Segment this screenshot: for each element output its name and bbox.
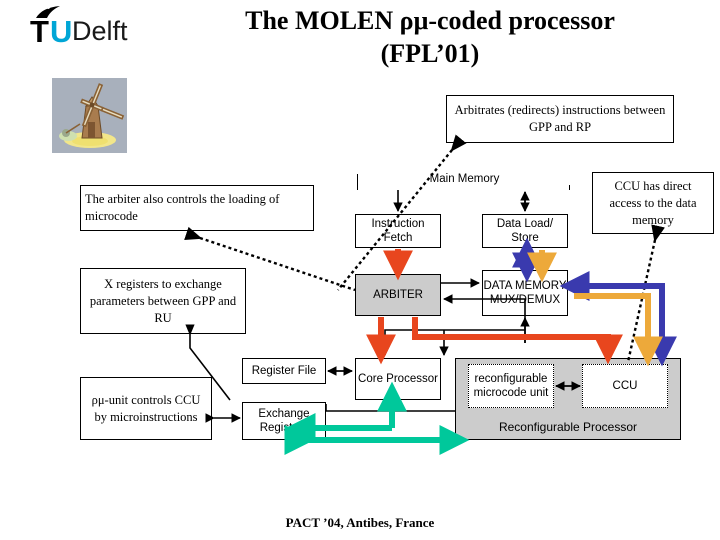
data-load-store-box: Data Load/ Store: [482, 214, 568, 248]
callout-x-registers: X registers to exchange parameters betwe…: [80, 268, 246, 334]
arrow-bus-to-recproc: [380, 329, 526, 356]
exchange-registers-box: Exchange Registers: [242, 402, 326, 440]
core-processor-box: Core Processor: [355, 358, 441, 400]
windmill-image: [52, 78, 127, 153]
callout-arbitrates: Arbitrates (redirects) instructions betw…: [446, 95, 674, 143]
reconfigurable-microcode-unit-box: reconfigurable microcode unit: [468, 364, 554, 408]
arrow-red-arbiter-to-recproc: [412, 317, 623, 365]
reconfigurable-processor-label: Reconfigurable Processor: [498, 420, 638, 434]
windmill-illustration: [59, 83, 125, 148]
callout-ccu-direct-access: CCU has direct access to the data memory: [592, 172, 714, 234]
register-file-box: Register File: [242, 358, 326, 384]
callout-rho-mu-unit: ρμ-unit controls CCU by microinstruction…: [80, 377, 212, 440]
arrow-blue-ccu-to-dmux: [559, 271, 665, 350]
leader-ccu-direct: [626, 224, 665, 363]
tu-delft-logo: T U Delft: [6, 4, 128, 50]
page-title: The MOLEN ρμ-coded processor (FPL’01): [150, 4, 710, 70]
slide-footer: PACT ’04, Antibes, France: [285, 515, 435, 530]
title-line-1: The MOLEN ρμ-coded processor: [245, 6, 615, 35]
title-line-2: (FPL’01): [380, 39, 480, 68]
instruction-fetch-box: Instruction Fetch: [355, 214, 441, 248]
logo-letter-t: T: [30, 14, 49, 49]
logo-word-delft: Delft: [72, 16, 128, 46]
main-memory-label: Main Memory: [358, 173, 571, 185]
data-memory-mux-demux-box: DATA MEMORY MUX/DEMUX: [482, 270, 568, 316]
arbiter-box: ARBITER: [355, 274, 441, 316]
ccu-box: CCU: [582, 364, 668, 408]
logo-letter-u: U: [50, 14, 73, 49]
arrow-orange-dmux-to-recproc: [574, 293, 663, 367]
slide-canvas: T U Delft The MOLEN ρμ-coded processor (…: [0, 0, 720, 540]
callout-arbiter-loads-microcode: The arbiter also controls the loading of…: [80, 185, 314, 231]
main-memory-bracket: Main Memory: [357, 173, 571, 190]
